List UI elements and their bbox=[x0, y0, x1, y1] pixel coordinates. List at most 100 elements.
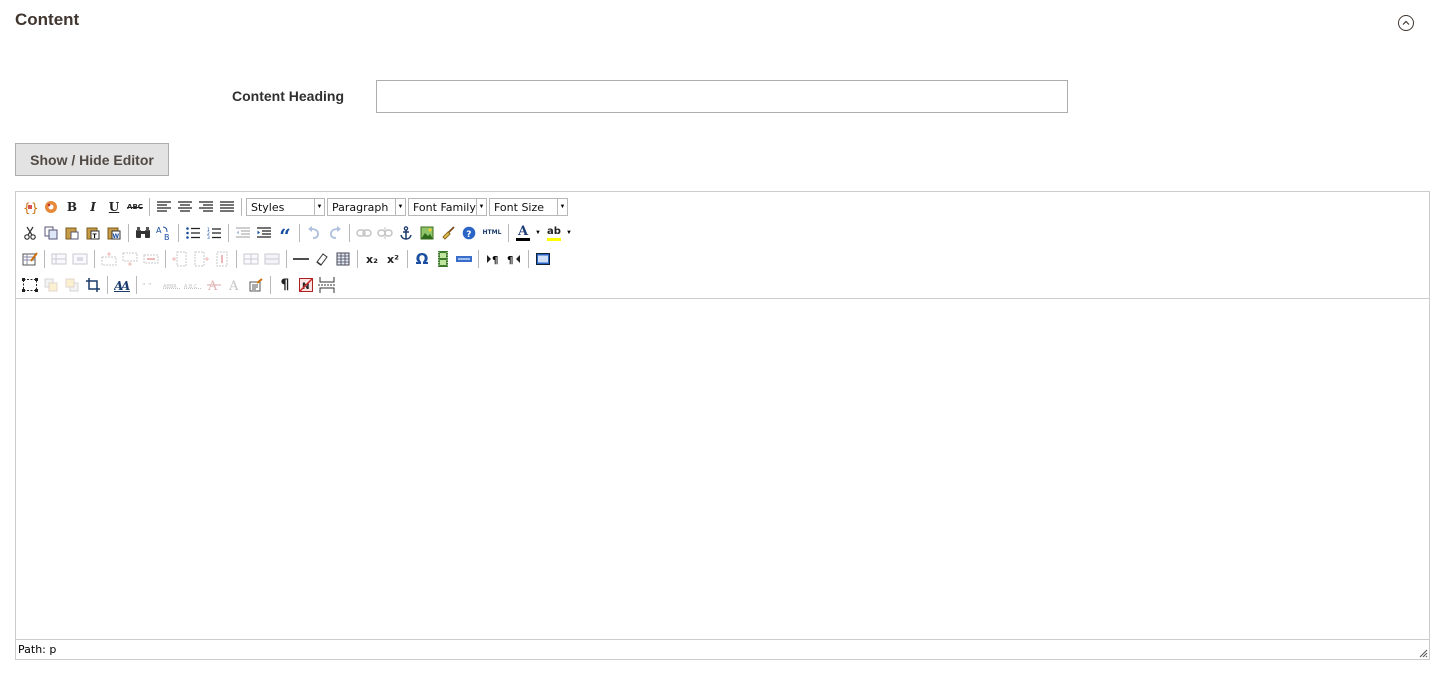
insert-row-before-button[interactable] bbox=[99, 249, 119, 269]
blockquote-button[interactable]: “ bbox=[275, 223, 295, 246]
insert-variable-button[interactable]: {} bbox=[20, 197, 40, 217]
row-after-icon bbox=[122, 252, 138, 266]
element-path: Path: p bbox=[18, 643, 57, 656]
html-source-button[interactable]: HTML bbox=[480, 223, 504, 243]
undo-button[interactable] bbox=[304, 223, 324, 243]
link-icon bbox=[356, 229, 372, 237]
replace-button[interactable]: AB bbox=[154, 223, 174, 243]
merge-cells-button[interactable] bbox=[262, 249, 282, 269]
resize-handle-icon[interactable] bbox=[1418, 648, 1428, 658]
styles-select[interactable]: Styles ▼ bbox=[246, 198, 325, 216]
insertion-icon: A bbox=[228, 279, 239, 292]
outdent-button[interactable] bbox=[233, 223, 253, 243]
align-center-button[interactable] bbox=[175, 197, 195, 217]
toolbar-separator bbox=[165, 250, 166, 268]
paste-button[interactable] bbox=[62, 223, 82, 243]
redo-button[interactable] bbox=[325, 223, 345, 243]
insert-col-before-button[interactable] bbox=[170, 249, 190, 269]
background-color-button[interactable]: ab ▼ bbox=[544, 225, 574, 241]
paste-word-button[interactable]: W bbox=[104, 223, 124, 243]
page-break-button[interactable] bbox=[317, 275, 337, 295]
anchor-icon bbox=[400, 226, 412, 240]
text-color-button[interactable]: A ▼ bbox=[513, 225, 543, 241]
collapse-section-button[interactable] bbox=[1398, 15, 1414, 31]
visual-chars-button[interactable]: ¶ bbox=[275, 275, 295, 295]
non-breaking-button[interactable]: N bbox=[296, 275, 316, 295]
split-cells-button[interactable] bbox=[241, 249, 261, 269]
move-forward-button[interactable] bbox=[41, 275, 61, 295]
visual-aid-button[interactable] bbox=[333, 249, 353, 269]
rtl-button[interactable]: ¶ bbox=[504, 249, 524, 269]
insert-text-button[interactable]: A bbox=[225, 275, 245, 295]
align-justify-button[interactable] bbox=[217, 197, 237, 217]
copy-button[interactable] bbox=[41, 223, 61, 243]
delete-text-button[interactable]: A bbox=[204, 275, 224, 295]
align-left-button[interactable] bbox=[154, 197, 174, 217]
italic-button[interactable]: I bbox=[83, 197, 103, 217]
move-backward-button[interactable] bbox=[62, 275, 82, 295]
insert-layer-box-button[interactable] bbox=[20, 275, 40, 295]
acronym-button[interactable]: A.B.C bbox=[183, 275, 203, 295]
svg-text:A: A bbox=[120, 279, 130, 292]
rtl-icon: ¶ bbox=[507, 255, 520, 265]
unlink-button[interactable] bbox=[375, 223, 395, 243]
absolute-position-button[interactable] bbox=[83, 275, 103, 295]
table-row-props-button[interactable] bbox=[49, 249, 69, 269]
toolbar-separator bbox=[241, 198, 242, 216]
toolbar-separator bbox=[508, 224, 509, 242]
toolbar-separator bbox=[149, 198, 150, 216]
editor-content-area[interactable] bbox=[16, 299, 1429, 639]
delete-row-button[interactable] bbox=[141, 249, 161, 269]
image-icon bbox=[420, 226, 434, 240]
horizontal-rule-button[interactable] bbox=[291, 249, 311, 269]
abbreviation-button[interactable]: ABBR bbox=[162, 275, 182, 295]
find-button[interactable] bbox=[133, 223, 153, 243]
cleanup-button[interactable] bbox=[438, 223, 458, 243]
attributes-button[interactable] bbox=[246, 275, 266, 295]
dropdown-arrow-icon: ▼ bbox=[557, 199, 567, 215]
fullscreen-button[interactable] bbox=[533, 249, 553, 269]
bold-button[interactable]: B bbox=[62, 197, 82, 217]
font-family-select[interactable]: Font Family ▼ bbox=[408, 198, 487, 216]
insert-layer-button[interactable] bbox=[454, 249, 474, 269]
dropdown-arrow-icon: ▼ bbox=[395, 199, 405, 215]
bullet-list-button[interactable] bbox=[183, 223, 203, 243]
background-color-icon: ab bbox=[544, 225, 564, 241]
strikethrough-button[interactable]: ABC bbox=[125, 197, 145, 217]
dropdown-arrow-icon: ▼ bbox=[535, 230, 541, 236]
cite-button[interactable]: “ ” bbox=[141, 275, 161, 295]
numbered-list-button[interactable]: 123 bbox=[204, 223, 224, 243]
insert-image-button[interactable] bbox=[417, 223, 437, 243]
cut-button[interactable] bbox=[20, 223, 40, 243]
dropdown-arrow-icon: ▼ bbox=[314, 199, 324, 215]
ltr-button[interactable]: ¶ bbox=[483, 249, 503, 269]
insert-media-button[interactable] bbox=[433, 249, 453, 269]
font-size-select[interactable]: Font Size ▼ bbox=[489, 198, 568, 216]
align-right-button[interactable] bbox=[196, 197, 216, 217]
anchor-button[interactable] bbox=[396, 223, 416, 243]
superscript-button[interactable]: x² bbox=[383, 249, 403, 269]
subscript-button[interactable]: x₂ bbox=[362, 249, 382, 269]
background-color-glyph: ab bbox=[547, 226, 561, 237]
paste-text-button[interactable]: T bbox=[83, 223, 103, 243]
delete-col-button[interactable] bbox=[212, 249, 232, 269]
table-insert-button[interactable] bbox=[20, 249, 40, 269]
remove-format-button[interactable] bbox=[312, 249, 332, 269]
special-char-button[interactable]: Ω bbox=[412, 249, 432, 269]
insert-col-after-button[interactable] bbox=[191, 249, 211, 269]
table-cell-props-button[interactable] bbox=[70, 249, 90, 269]
insert-row-after-button[interactable] bbox=[120, 249, 140, 269]
indent-button[interactable] bbox=[254, 223, 274, 243]
content-heading-input[interactable] bbox=[376, 80, 1068, 113]
align-left-icon bbox=[157, 201, 171, 212]
underline-button[interactable]: U bbox=[104, 197, 124, 217]
insert-link-button[interactable] bbox=[354, 223, 374, 243]
format-select[interactable]: Paragraph ▼ bbox=[327, 198, 406, 216]
binoculars-icon bbox=[136, 227, 150, 238]
styleprops-button[interactable]: AA bbox=[112, 275, 132, 295]
insert-widget-button[interactable] bbox=[41, 197, 61, 217]
help-icon: ? bbox=[462, 226, 476, 240]
help-button[interactable]: ? bbox=[459, 223, 479, 243]
delete-col-icon bbox=[216, 251, 228, 267]
show-hide-editor-button[interactable]: Show / Hide Editor bbox=[15, 143, 169, 176]
